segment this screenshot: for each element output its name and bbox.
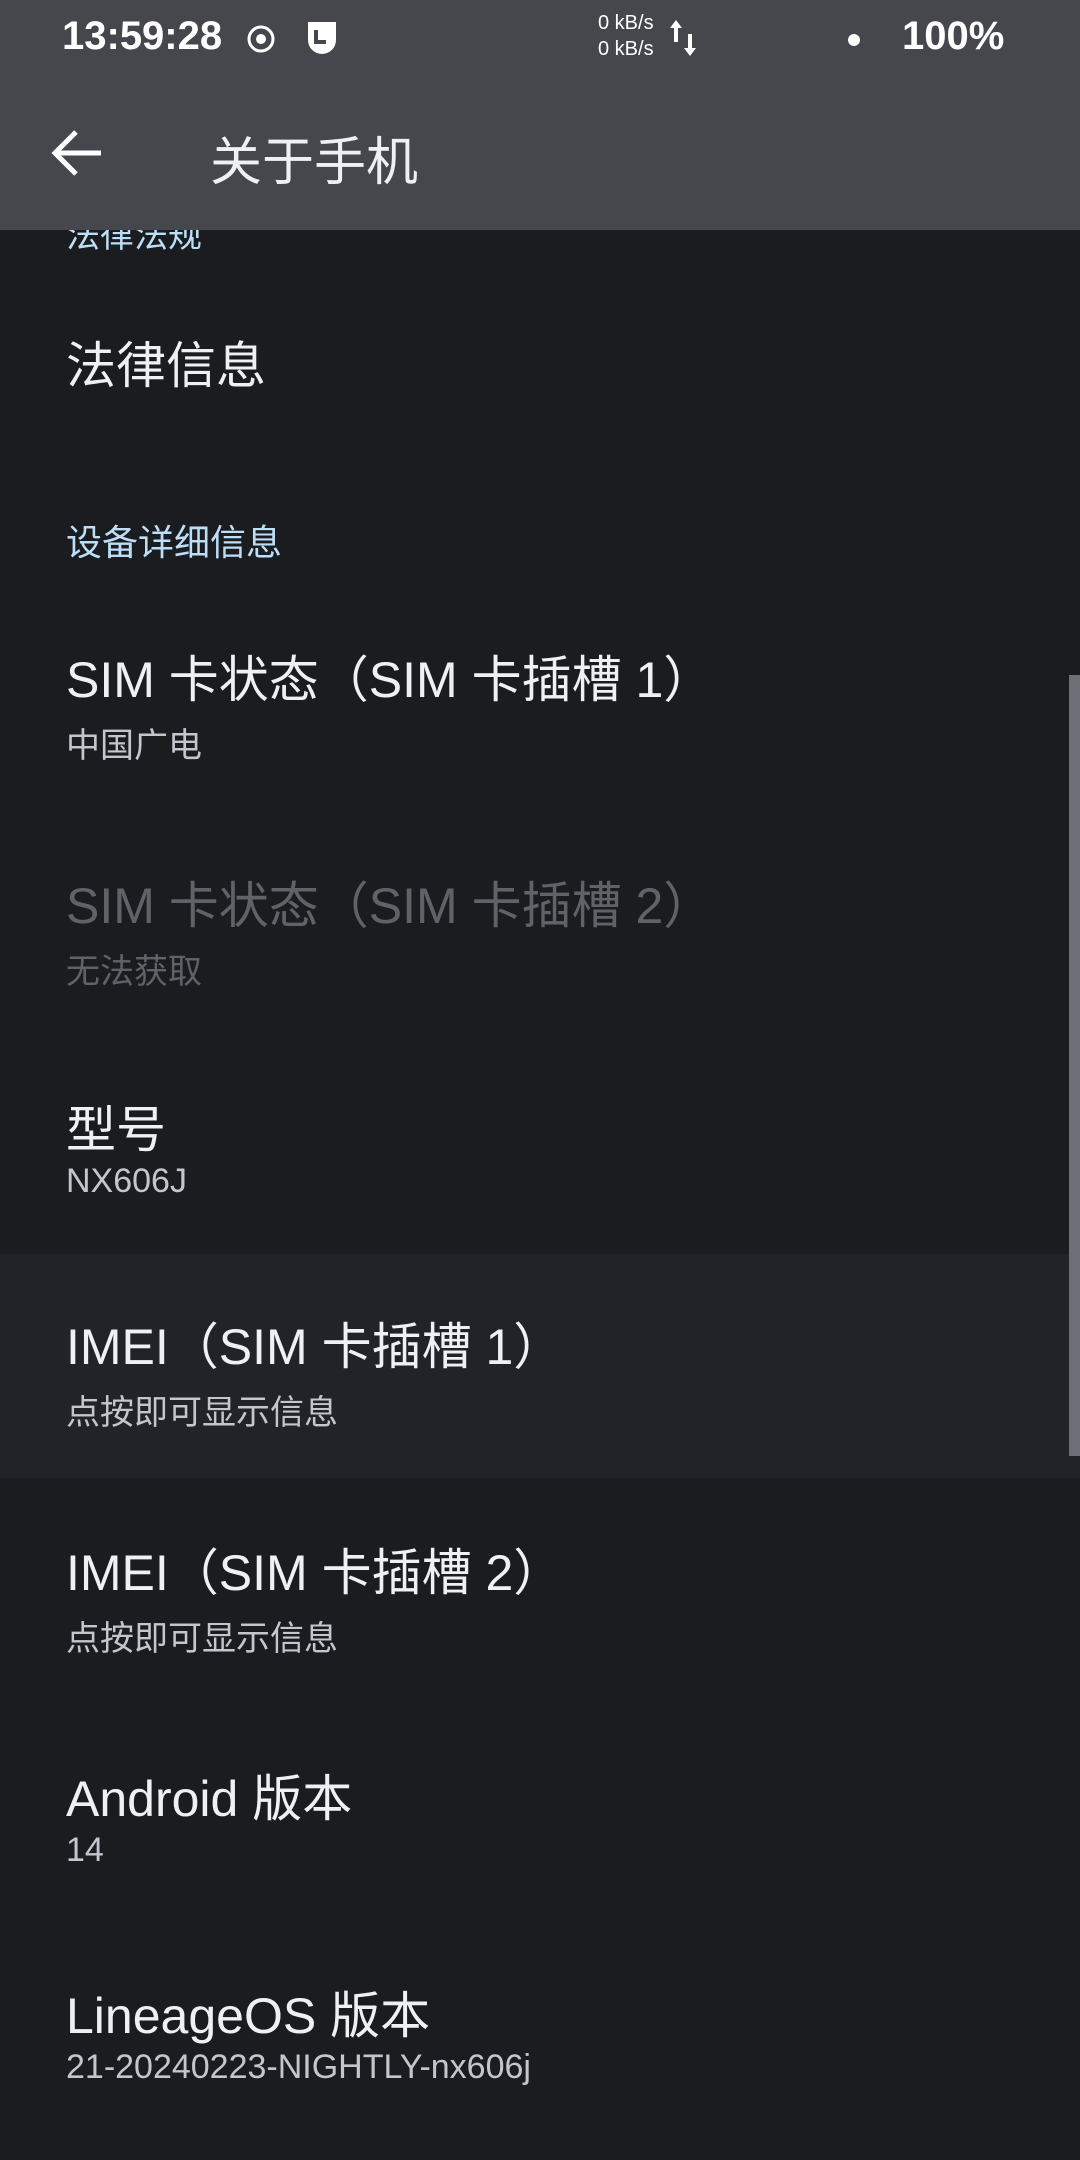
item-summary: 无法获取 <box>66 953 202 991</box>
data-activity-icon <box>670 20 696 56</box>
upload-rate: 0 kB/s <box>598 12 654 34</box>
list-item-legal-info[interactable]: 法律信息 <box>0 310 1080 410</box>
app-notification-icon <box>308 22 336 54</box>
item-summary: 点按即可显示信息 <box>66 1394 338 1432</box>
item-summary: 中国广电 <box>66 727 202 765</box>
item-summary: NX606J <box>66 1162 187 1200</box>
back-arrow-icon[interactable] <box>50 128 106 178</box>
battery-level: 100% <box>902 14 1005 58</box>
page-title: 关于手机 <box>210 134 419 192</box>
notification-dot-icon <box>848 34 860 46</box>
item-summary: 14 <box>66 1831 104 1869</box>
item-summary: 点按即可显示信息 <box>66 1620 338 1658</box>
item-title: Android 版本 <box>66 1771 353 1827</box>
item-title: IMEI（SIM 卡插槽 1） <box>66 1319 564 1375</box>
download-rate: 0 kB/s <box>598 38 654 60</box>
item-title: LineageOS 版本 <box>66 1988 431 2044</box>
app-bar: 13:59:28 0 kB/s 0 kB/s 100% 关于手机 <box>0 0 1080 230</box>
item-title: SIM 卡状态（SIM 卡插槽 2） <box>66 878 714 934</box>
item-summary: 21-20240223-NIGHTLY-nx606j <box>66 2048 531 2086</box>
item-title: IMEI（SIM 卡插槽 2） <box>66 1545 564 1601</box>
status-time: 13:59:28 <box>62 14 223 58</box>
section-header-device-details: 设备详细信息 <box>66 522 283 563</box>
location-icon <box>247 25 275 53</box>
scrollbar[interactable] <box>1069 675 1080 1456</box>
item-title: 法律信息 <box>66 338 266 394</box>
item-title: 型号 <box>66 1102 166 1158</box>
item-title: SIM 卡状态（SIM 卡插槽 1） <box>66 652 714 708</box>
